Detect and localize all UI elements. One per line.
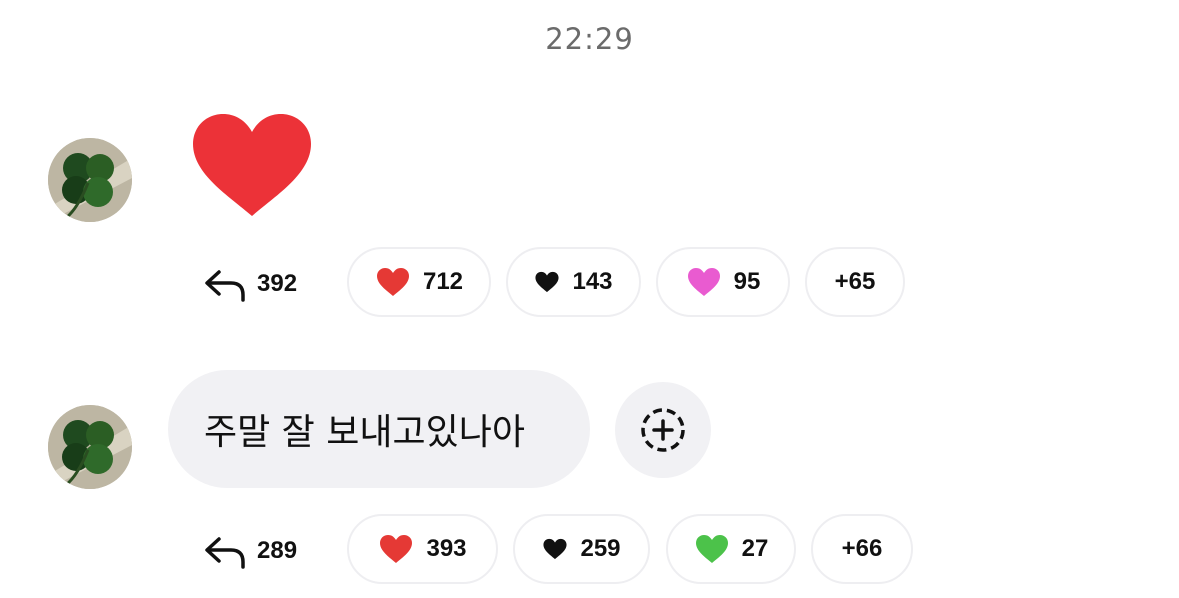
reaction-bar: 392 712 143 95 +65: [0, 247, 1179, 321]
black-heart-icon: [535, 271, 560, 293]
reply-count-label: 289: [257, 537, 298, 564]
timestamp: 22:29: [545, 22, 634, 56]
clover-avatar-image: [48, 405, 132, 489]
reaction-pink-heart[interactable]: 95: [656, 247, 790, 317]
reaction-black-heart[interactable]: 259: [513, 514, 650, 584]
more-reactions-label: +65: [834, 268, 876, 295]
more-reactions[interactable]: +66: [811, 514, 913, 584]
green-heart-icon: [695, 535, 728, 563]
add-reaction-button[interactable]: [615, 382, 711, 478]
reaction-green-heart[interactable]: 27: [666, 514, 796, 584]
avatar[interactable]: [48, 138, 132, 222]
heart-message[interactable]: [189, 112, 315, 225]
reply-arrow-icon: [205, 270, 245, 302]
reaction-red-heart[interactable]: 393: [347, 514, 498, 584]
reaction-bar: 289 393 259 27 +66: [0, 514, 1179, 588]
red-heart-icon: [380, 535, 413, 563]
reply-count[interactable]: 289: [203, 514, 297, 588]
more-reactions[interactable]: +65: [805, 247, 905, 317]
reaction-count: 259: [580, 535, 621, 562]
add-reaction-icon: [641, 408, 685, 452]
reaction-count: 95: [733, 268, 761, 295]
reaction-red-heart[interactable]: 712: [347, 247, 491, 317]
black-heart-icon: [543, 538, 568, 560]
reaction-count: 143: [572, 268, 613, 295]
reaction-count: 393: [426, 535, 467, 562]
reaction-count: 27: [741, 535, 769, 562]
more-reactions-label: +66: [841, 535, 883, 562]
big-red-heart-icon: [193, 114, 311, 216]
reply-count-label: 392: [257, 270, 298, 297]
clover-avatar-image: [48, 138, 132, 222]
pink-heart-icon: [687, 268, 720, 296]
reply-count[interactable]: 392: [203, 247, 297, 321]
message-bubble[interactable]: 주말 잘 보내고있나아: [168, 370, 590, 488]
avatar[interactable]: [48, 405, 132, 489]
reply-arrow-icon: [205, 537, 245, 569]
reaction-count: 712: [422, 268, 464, 295]
reaction-black-heart[interactable]: 143: [506, 247, 641, 317]
message-text: 주말 잘 보내고있나아: [204, 412, 525, 453]
red-heart-icon: [376, 268, 409, 296]
